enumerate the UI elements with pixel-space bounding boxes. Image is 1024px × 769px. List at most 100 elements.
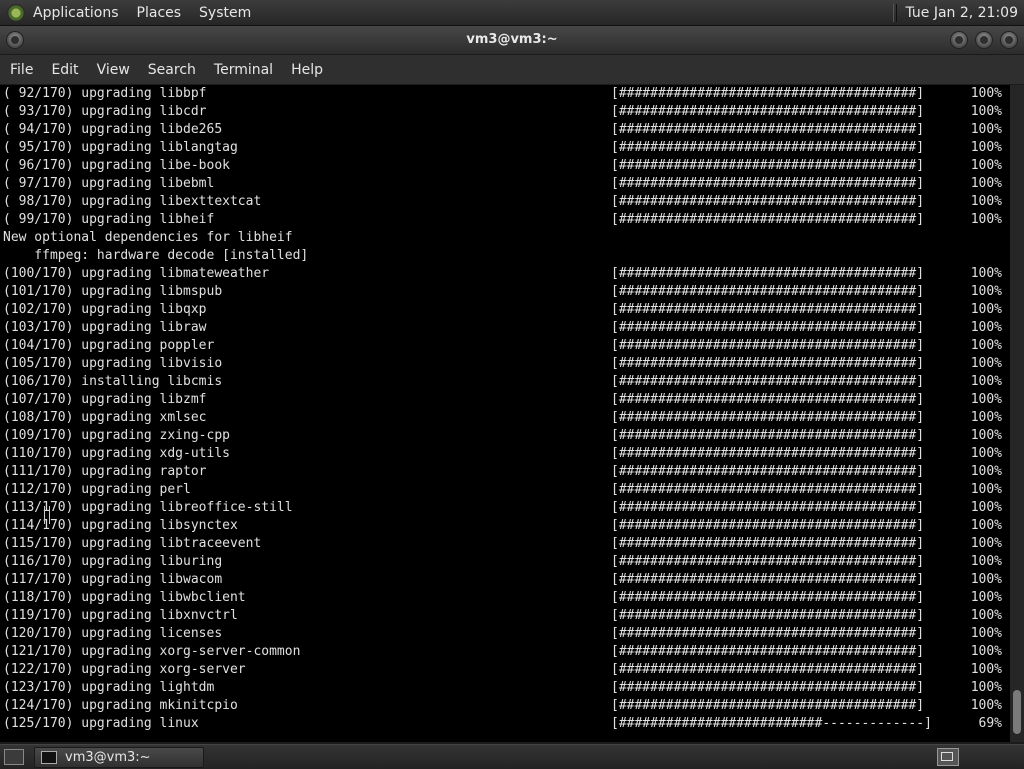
terminal-line: ( 98/170) upgrading libexttextcat [######… bbox=[0, 193, 1010, 211]
terminal-line-text: (105/170) upgrading libvisio bbox=[3, 356, 223, 371]
terminal-line-text: ( 94/170) upgrading libde265 bbox=[3, 122, 223, 137]
progress-percent: 100% bbox=[970, 158, 1002, 173]
terminal-line-text: (103/170) upgrading libraw bbox=[3, 320, 207, 335]
terminal-line-text: (119/170) upgrading libxnvctrl bbox=[3, 608, 238, 623]
progress-percent: 100% bbox=[970, 536, 1002, 551]
minimize-button[interactable] bbox=[950, 31, 968, 49]
progress-percent: 100% bbox=[970, 212, 1002, 227]
progress-bar-text: [######################################] bbox=[611, 446, 925, 461]
progress-bar-text: [######################################] bbox=[611, 536, 925, 551]
progress-bar-text: [######################################] bbox=[611, 554, 925, 569]
progress-percent: 100% bbox=[970, 572, 1002, 587]
terminal-line: ( 92/170) upgrading libbpf [#############… bbox=[0, 85, 1010, 103]
progress-bar-text: [######################################] bbox=[611, 626, 925, 641]
terminal-line: (121/170) upgrading xorg-server-common [#… bbox=[0, 643, 1010, 661]
terminal-line-text: (108/170) upgrading xmlsec bbox=[3, 410, 207, 425]
terminal-line: (103/170) upgrading libraw [#############… bbox=[0, 319, 1010, 337]
progress-bar-text: [######################################] bbox=[611, 392, 925, 407]
progress-bar-text: [##########################-------------… bbox=[611, 716, 932, 731]
menu-file[interactable]: File bbox=[10, 62, 33, 78]
menu-applications[interactable]: Applications bbox=[33, 5, 119, 21]
terminal-line-text: (117/170) upgrading libwacom bbox=[3, 572, 223, 587]
progress-percent: 100% bbox=[970, 608, 1002, 623]
menu-terminal[interactable]: Terminal bbox=[214, 62, 273, 78]
taskbar-window-button[interactable]: vm3@vm3:~ bbox=[34, 747, 204, 768]
progress-percent: 100% bbox=[970, 392, 1002, 407]
terminal-line: (123/170) upgrading lightdm [############… bbox=[0, 679, 1010, 697]
terminal-line: (107/170) upgrading libzmf [#############… bbox=[0, 391, 1010, 409]
terminal-line-text: ( 99/170) upgrading libheif bbox=[3, 212, 215, 227]
progress-percent: 100% bbox=[970, 410, 1002, 425]
terminal-menubar: File Edit View Search Terminal Help bbox=[0, 55, 1024, 84]
progress-bar-text: [######################################] bbox=[611, 464, 925, 479]
window-titlebar[interactable]: vm3@vm3:~ bbox=[0, 26, 1024, 54]
terminal-output[interactable]: ( 92/170) upgrading libbpf [#############… bbox=[0, 85, 1010, 742]
menu-view[interactable]: View bbox=[97, 62, 130, 78]
terminal-line-text: New optional dependencies for libheif bbox=[3, 230, 293, 245]
terminal-line-text: ( 93/170) upgrading libcdr bbox=[3, 104, 207, 119]
progress-bar-text: [######################################] bbox=[611, 428, 925, 443]
terminal-line: (106/170) installing libcmis [###########… bbox=[0, 373, 1010, 391]
terminal-line: (110/170) upgrading xdg-utils [##########… bbox=[0, 445, 1010, 463]
progress-percent: 100% bbox=[970, 518, 1002, 533]
scrollbar-thumb[interactable] bbox=[1013, 690, 1021, 734]
menu-edit[interactable]: Edit bbox=[51, 62, 78, 78]
terminal-scrollbar[interactable] bbox=[1010, 85, 1024, 742]
terminal-line-text: ( 98/170) upgrading libexttextcat bbox=[3, 194, 262, 209]
progress-percent: 100% bbox=[970, 428, 1002, 443]
taskbar-window-label: vm3@vm3:~ bbox=[65, 750, 151, 765]
terminal-line-text: (107/170) upgrading libzmf bbox=[3, 392, 207, 407]
terminal-line-text: (110/170) upgrading xdg-utils bbox=[3, 446, 230, 461]
progress-bar-text: [######################################] bbox=[611, 302, 925, 317]
terminal-line: (111/170) upgrading raptor [#############… bbox=[0, 463, 1010, 481]
progress-percent: 100% bbox=[970, 338, 1002, 353]
mate-logo-icon[interactable] bbox=[7, 3, 25, 22]
terminal-line: ( 95/170) upgrading liblangtag [#########… bbox=[0, 139, 1010, 157]
terminal-line: (112/170) upgrading perl [###############… bbox=[0, 481, 1010, 499]
terminal-line-text: (121/170) upgrading xorg-server-common bbox=[3, 644, 301, 659]
close-button[interactable] bbox=[1000, 31, 1018, 49]
terminal-line-text: ffmpeg: hardware decode [installed] bbox=[3, 248, 309, 263]
progress-bar-text: [######################################] bbox=[611, 140, 925, 155]
terminal-line: New optional dependencies for libheif bbox=[0, 229, 1010, 247]
progress-bar-text: [######################################] bbox=[611, 608, 925, 623]
terminal-line-text: (114/170) upgrading libsynctex bbox=[3, 518, 238, 533]
progress-bar-text: [######################################] bbox=[611, 122, 925, 137]
terminal-line: ( 99/170) upgrading libheif [############… bbox=[0, 211, 1010, 229]
progress-bar-text: [######################################] bbox=[611, 320, 925, 335]
terminal-line: (101/170) upgrading libmspub [###########… bbox=[0, 283, 1010, 301]
terminal-line-text: (123/170) upgrading lightdm bbox=[3, 680, 215, 695]
progress-bar-text: [######################################] bbox=[611, 482, 925, 497]
maximize-button[interactable] bbox=[975, 31, 993, 49]
terminal-icon bbox=[41, 751, 57, 764]
progress-bar-text: [######################################] bbox=[611, 662, 925, 677]
progress-bar-text: [######################################] bbox=[611, 500, 925, 515]
terminal-line-text: (122/170) upgrading xorg-server bbox=[3, 662, 246, 677]
terminal-line: ( 93/170) upgrading libcdr [#############… bbox=[0, 103, 1010, 121]
terminal-line: (108/170) upgrading xmlsec [#############… bbox=[0, 409, 1010, 427]
progress-bar-text: [######################################] bbox=[611, 698, 925, 713]
terminal-line-text: (106/170) installing libcmis bbox=[3, 374, 223, 389]
clock[interactable]: Tue Jan 2, 21:09 bbox=[905, 5, 1018, 21]
terminal-line: (124/170) upgrading mkinitcpio [#########… bbox=[0, 697, 1010, 715]
terminal-line-text: (115/170) upgrading libtraceevent bbox=[3, 536, 262, 551]
menu-system[interactable]: System bbox=[199, 5, 251, 21]
show-desktop-icon[interactable] bbox=[4, 749, 24, 765]
menu-help[interactable]: Help bbox=[291, 62, 323, 78]
progress-percent: 100% bbox=[970, 464, 1002, 479]
terminal-line-text: (118/170) upgrading libwbclient bbox=[3, 590, 246, 605]
menu-places[interactable]: Places bbox=[137, 5, 182, 21]
progress-percent: 100% bbox=[970, 284, 1002, 299]
terminal-line: (113/170) upgrading libreoffice-still [##… bbox=[0, 499, 1010, 517]
terminal-line-text: (100/170) upgrading libmateweather bbox=[3, 266, 270, 281]
progress-percent: 100% bbox=[970, 500, 1002, 515]
progress-bar-text: [######################################] bbox=[611, 644, 925, 659]
menu-search[interactable]: Search bbox=[148, 62, 196, 78]
terminal-line: (100/170) upgrading libmateweather [#####… bbox=[0, 265, 1010, 283]
terminal-line-text: (124/170) upgrading mkinitcpio bbox=[3, 698, 238, 713]
workspace-switcher-icon[interactable] bbox=[937, 748, 959, 766]
progress-bar-text: [######################################] bbox=[611, 86, 925, 101]
progress-percent: 100% bbox=[970, 140, 1002, 155]
progress-percent: 100% bbox=[970, 194, 1002, 209]
terminal-line-text: (101/170) upgrading libmspub bbox=[3, 284, 223, 299]
